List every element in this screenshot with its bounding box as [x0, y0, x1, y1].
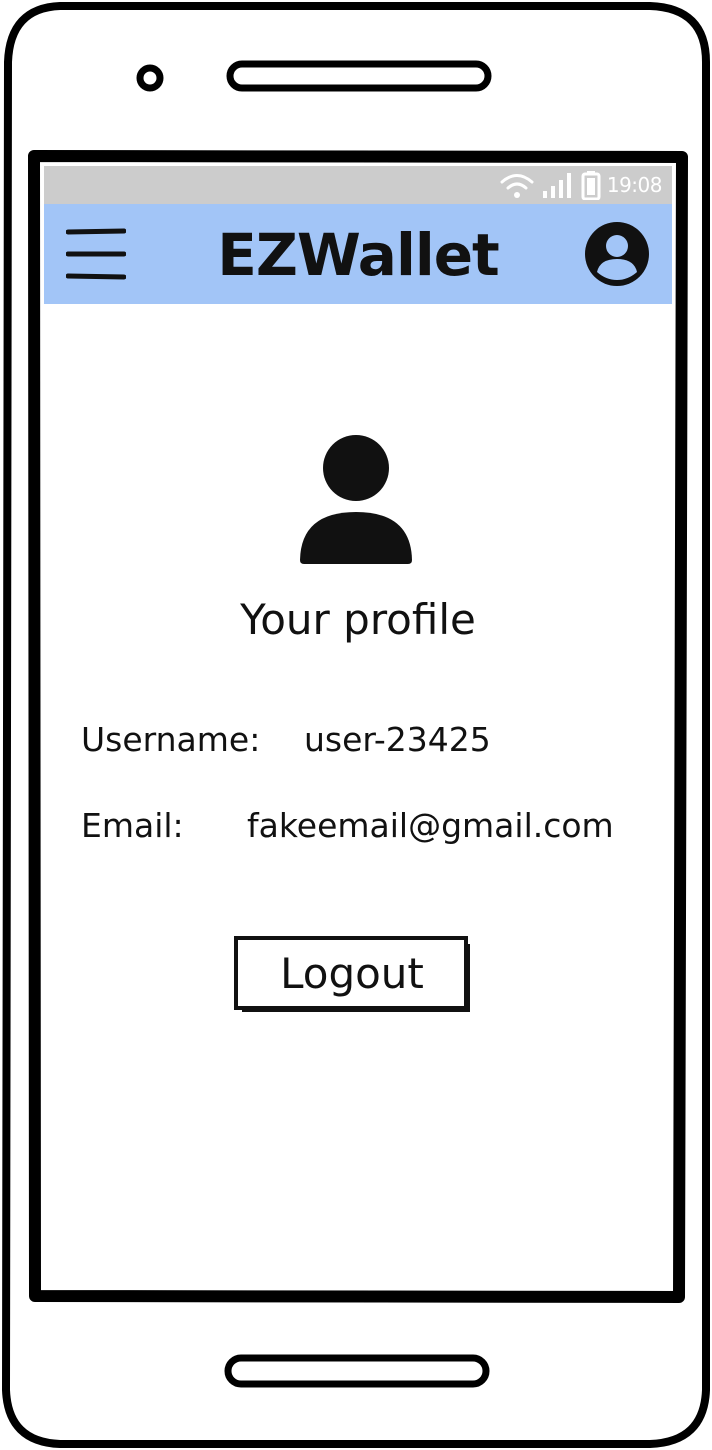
status-icons: 19:08 [499, 170, 663, 200]
profile-heading: Your profile [240, 595, 476, 644]
bottom-speaker-grille [224, 1354, 490, 1388]
username-label: Username: [81, 720, 261, 759]
battery-icon [581, 171, 601, 200]
email-label: Email: [81, 806, 184, 845]
account-circle-icon [585, 222, 649, 286]
logout-button[interactable]: Logout [234, 936, 474, 1016]
status-time: 19:08 [606, 173, 663, 197]
status-bar: 19:08 [44, 166, 672, 204]
speaker-grille [226, 60, 492, 92]
account-button[interactable] [584, 221, 650, 287]
app-bar: EZWallet [44, 204, 672, 304]
username-value: user-23425 [304, 720, 491, 759]
phone-screen: 19:08 EZWallet Your profile Username: us… [44, 166, 672, 1288]
wifi-icon [500, 174, 534, 198]
camera-icon [136, 64, 164, 92]
user-avatar-icon [300, 435, 412, 564]
app-title: EZWallet [217, 221, 500, 289]
logout-label: Logout [280, 949, 424, 998]
signal-icon [542, 173, 571, 198]
email-value: fakeemail@gmail.com [247, 806, 614, 845]
